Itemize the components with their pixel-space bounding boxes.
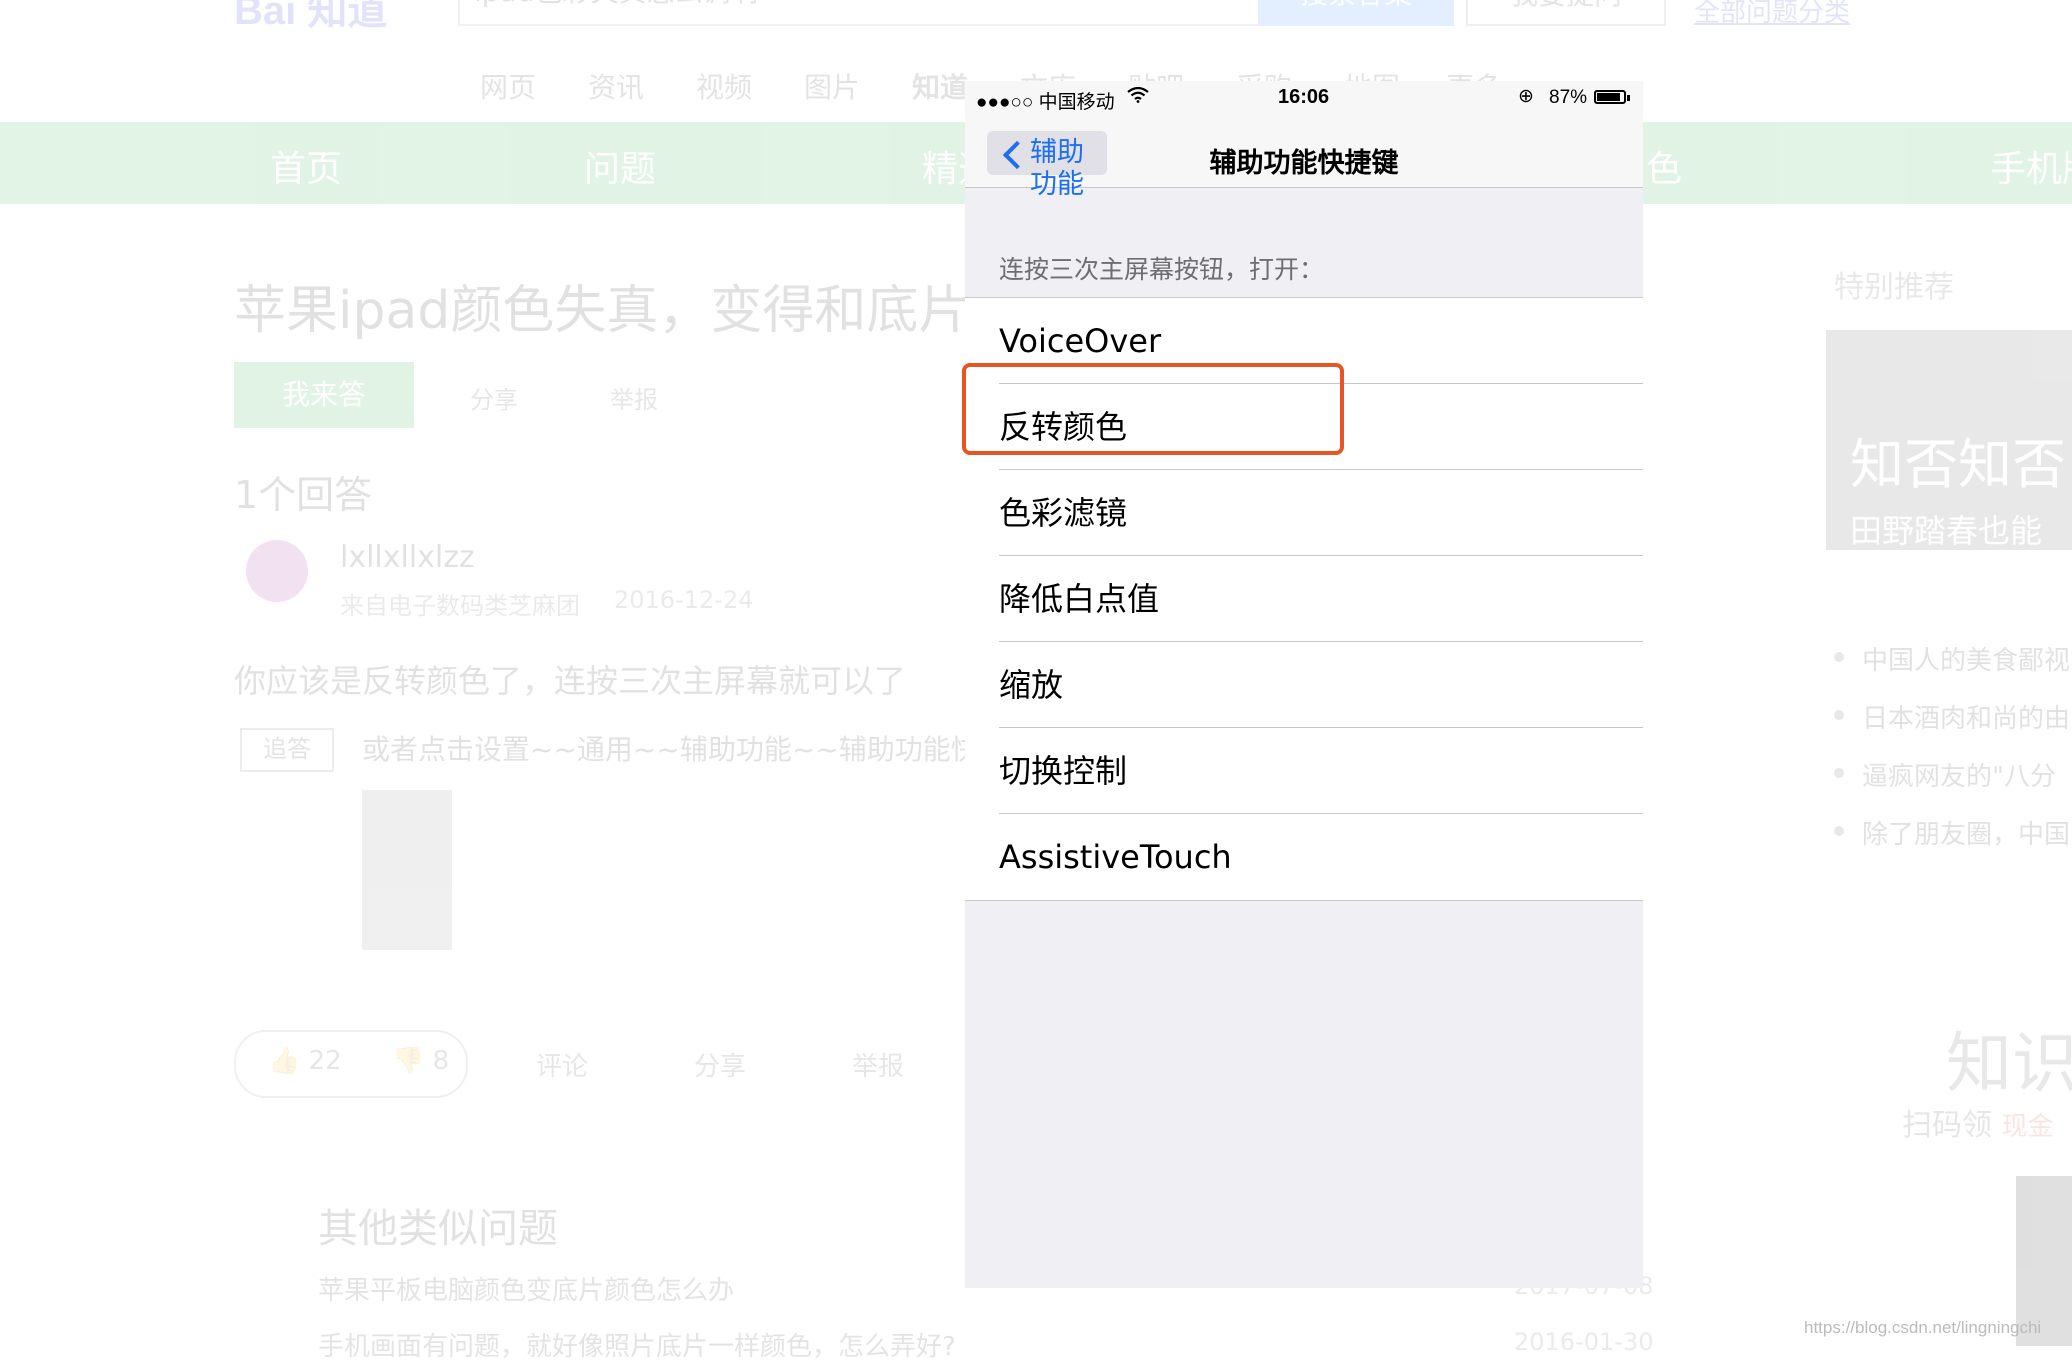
status-bar: ●●●○○ 中国移动 16:06 ⊕ 87% bbox=[965, 81, 1643, 119]
scan-code-text: 扫码领 现金 bbox=[1902, 1108, 2054, 1143]
similar-questions-heading: 其他类似问题 bbox=[318, 1206, 558, 1252]
battery-icon bbox=[1594, 90, 1626, 104]
baidu-zhidao-logo[interactable]: Bai 知道 bbox=[234, 0, 387, 36]
option-switch-control[interactable]: 切换控制 bbox=[965, 728, 1643, 814]
recommend-banner[interactable]: 知否知否 田野踏春也能 bbox=[1826, 330, 2072, 550]
answer-date: 2016-12-24 bbox=[614, 586, 754, 614]
recommend-item[interactable]: 中国人的美食鄙视 bbox=[1862, 640, 2070, 677]
option-label: 色彩滤镜 bbox=[999, 494, 1128, 532]
green-nav-questions[interactable]: 问题 bbox=[584, 140, 656, 192]
answerer-name[interactable]: lxllxllxlzz bbox=[340, 540, 475, 575]
share-link-bottom[interactable]: 分享 bbox=[694, 1046, 746, 1083]
recommend-heading: 特别推荐 bbox=[1834, 270, 1954, 305]
status-time: 16:06 bbox=[1278, 86, 1330, 108]
green-nav-mobile[interactable]: 手机版 bbox=[1990, 140, 2072, 192]
option-color-filters[interactable]: 色彩滤镜 bbox=[965, 470, 1643, 556]
highlight-box-invert-colors bbox=[962, 363, 1344, 455]
answerer-team: 来自电子数码类芝麻团 bbox=[340, 592, 580, 620]
report-link-bottom[interactable]: 举报 bbox=[852, 1046, 904, 1083]
search-input-value: ipad色彩失真怎么调啊 bbox=[460, 0, 1260, 12]
category-link[interactable]: 全部问题分类 bbox=[1694, 0, 1850, 29]
navigation-bar: 辅助功能 辅助功能快捷键 bbox=[965, 119, 1643, 200]
followup-tag: 追答 bbox=[240, 728, 334, 772]
wifi-icon bbox=[1127, 86, 1149, 108]
nav-tab-video[interactable]: 视频 bbox=[696, 66, 752, 106]
rotation-lock-icon: ⊕ bbox=[1518, 86, 1534, 107]
nav-tab-news[interactable]: 资讯 bbox=[588, 66, 644, 106]
avatar[interactable] bbox=[246, 540, 308, 602]
search-input[interactable]: ipad色彩失真怎么调啊 bbox=[458, 0, 1262, 26]
similar-question-item[interactable]: 手机画面有问题，就好像照片底片一样颜色，怎么弄好? bbox=[318, 1326, 956, 1363]
recommend-item[interactable]: 日本酒肉和尚的由 bbox=[1862, 698, 2070, 735]
ask-question-button[interactable]: 我要提问 bbox=[1466, 0, 1666, 26]
battery-tip bbox=[1627, 95, 1630, 101]
like-count: 22 bbox=[308, 1046, 342, 1076]
option-label: 降低白点值 bbox=[999, 580, 1160, 618]
bullet-dot bbox=[1834, 768, 1844, 778]
recommend-item[interactable]: 除了朋友圈，中国 bbox=[1862, 814, 2070, 851]
dislike-button[interactable]: 👎 8 bbox=[392, 1046, 449, 1076]
like-button[interactable]: 👍 22 bbox=[268, 1046, 342, 1076]
section-header: 连按三次主屏幕按钮，打开： bbox=[999, 255, 1325, 284]
banner-subtitle: 田野踏春也能 bbox=[1850, 512, 2043, 550]
option-assistivetouch[interactable]: AssistiveTouch bbox=[965, 814, 1643, 900]
followup-text: 或者点击设置~~通用~~辅助功能~~辅助功能快捷键 bbox=[362, 733, 1035, 766]
option-zoom[interactable]: 缩放 bbox=[965, 642, 1643, 728]
question-title: 苹果ipad颜色失真，变得和底片一样 bbox=[234, 281, 1075, 341]
comment-link[interactable]: 评论 bbox=[536, 1046, 588, 1083]
similar-question-item[interactable]: 苹果平板电脑颜色变底片颜色怎么办 bbox=[318, 1270, 734, 1307]
option-label: AssistiveTouch bbox=[999, 838, 1232, 876]
watermark-url: https://blog.csdn.net/lingningchi bbox=[1804, 1318, 2042, 1337]
bullet-dot bbox=[1834, 652, 1844, 662]
search-answer-button[interactable]: 搜索答案 bbox=[1258, 0, 1454, 26]
share-link[interactable]: 分享 bbox=[470, 380, 518, 415]
answer-button[interactable]: 我来答 bbox=[234, 362, 414, 428]
green-nav-home[interactable]: 首页 bbox=[270, 140, 342, 192]
green-nav-color[interactable]: 色 bbox=[1646, 140, 1682, 192]
answer-text: 你应该是反转颜色了，连按三次主屏幕就可以了 bbox=[234, 662, 907, 700]
recommend-item[interactable]: 逼疯网友的"八分 bbox=[1862, 756, 2056, 793]
option-reduce-white-point[interactable]: 降低白点值 bbox=[965, 556, 1643, 642]
answer-count: 1个回答 bbox=[234, 473, 373, 517]
option-label: 缩放 bbox=[999, 666, 1064, 704]
report-link[interactable]: 举报 bbox=[610, 380, 658, 415]
battery-percent: 87% bbox=[1549, 87, 1588, 108]
nav-tab-images[interactable]: 图片 bbox=[804, 66, 860, 106]
option-label: VoiceOver bbox=[999, 322, 1162, 360]
nav-tab-zhidao[interactable]: 知道 bbox=[912, 66, 968, 106]
ios-screenshot: ●●●○○ 中国移动 16:06 ⊕ 87% 辅助功能 辅助功能快捷键 连按三次… bbox=[965, 81, 1643, 1288]
banner-title: 知否知否 bbox=[1850, 433, 2066, 496]
dislike-count: 8 bbox=[432, 1046, 450, 1076]
knowledge-banner-title: 知识 bbox=[1946, 1025, 2072, 1102]
option-label: 切换控制 bbox=[999, 752, 1128, 790]
nav-tab-web[interactable]: 网页 bbox=[480, 66, 536, 106]
similar-question-date: 2016-01-30 bbox=[1514, 1328, 1654, 1356]
carrier-signal: ●●●○○ 中国移动 bbox=[976, 92, 1115, 113]
answer-image-thumbnail[interactable] bbox=[362, 790, 452, 950]
bullet-dot bbox=[1834, 710, 1844, 720]
bullet-dot bbox=[1834, 826, 1844, 836]
page-title: 辅助功能快捷键 bbox=[1209, 148, 1399, 179]
